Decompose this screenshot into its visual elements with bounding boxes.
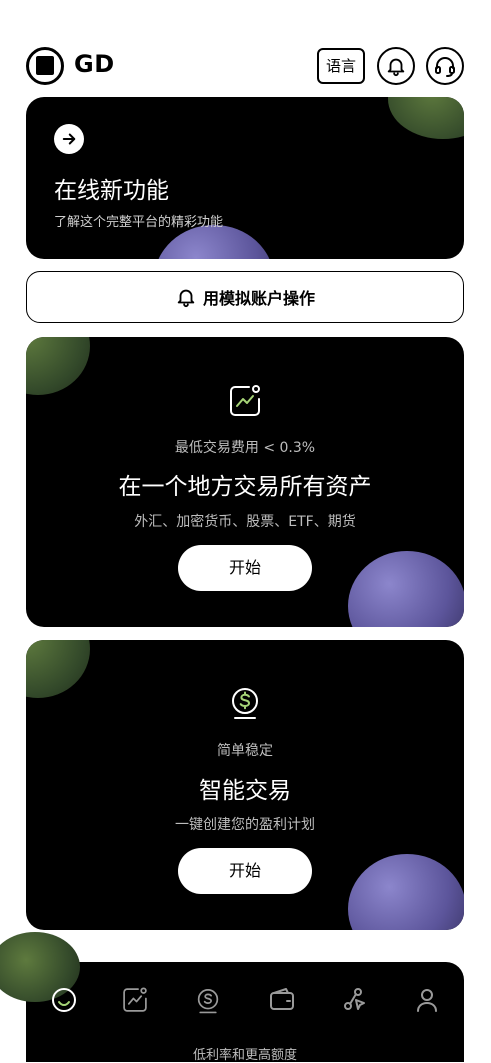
promo-subtitle: 了解这个完整平台的精彩功能 (54, 215, 224, 230)
feature-card-trade: 最低交易费用 < 0.3% 在一个地方交易所有资产 外汇、加密货币、股票、ETF… (26, 337, 464, 627)
bottom-nav: 低利率和更高额度 (0, 932, 464, 1063)
nav-trade[interactable] (192, 984, 224, 1016)
coin-icon (197, 989, 219, 1014)
support-button[interactable] (426, 47, 464, 85)
demo-account-label: 用模拟账户操作 (202, 289, 315, 308)
decor-orb-green (26, 337, 90, 395)
bell-icon (177, 289, 195, 308)
brand-name: GD (74, 50, 115, 78)
language-button[interactable]: 语言 (317, 48, 365, 84)
user-icon (417, 989, 437, 1012)
feature-title: 智能交易 (199, 778, 291, 804)
arrow-right-icon (54, 124, 84, 154)
start-button[interactable]: 开始 (178, 848, 312, 894)
feature-title: 在一个地方交易所有资产 (118, 474, 372, 500)
chart-icon (123, 987, 147, 1012)
chart-icon (230, 385, 260, 416)
nav-market[interactable] (119, 984, 151, 1016)
feature-subtitle: 一键创建您的盈利计划 (175, 817, 315, 833)
decor-orb-purple (348, 854, 464, 930)
decor-orb-green (26, 640, 90, 698)
decor-orb-purple (348, 551, 464, 627)
feature-subtitle: 外汇、加密货币、股票、ETF、期货 (134, 514, 356, 530)
headset-icon (435, 57, 455, 77)
decor-orb-purple (154, 225, 274, 259)
feature-card-smart: 简单稳定 智能交易 一键创建您的盈利计划 开始 (26, 640, 464, 930)
bottom-caption: 低利率和更高额度 (192, 1048, 297, 1063)
logo-icon (26, 47, 64, 85)
nav-wallet[interactable] (266, 984, 298, 1016)
start-button[interactable]: 开始 (178, 545, 312, 591)
feature-caption: 最低交易费用 < 0.3% (174, 440, 316, 456)
decor-orb-green (388, 97, 464, 139)
wallet-icon (270, 988, 294, 1010)
nav-home[interactable] (48, 984, 80, 1016)
home-icon (52, 988, 76, 1012)
notification-button[interactable] (377, 47, 415, 85)
promo-title: 在线新功能 (54, 178, 169, 204)
promo-card[interactable]: 在线新功能 了解这个完整平台的精彩功能 (26, 97, 464, 259)
network-icon (344, 988, 365, 1010)
coin-icon (232, 688, 258, 719)
nav-network[interactable] (339, 984, 371, 1016)
bell-icon (387, 58, 405, 77)
app-header: GD 语言 (0, 0, 491, 90)
nav-profile[interactable] (411, 984, 443, 1016)
demo-account-button[interactable]: 用模拟账户操作 (26, 271, 464, 323)
feature-caption: 简单稳定 (217, 743, 273, 759)
